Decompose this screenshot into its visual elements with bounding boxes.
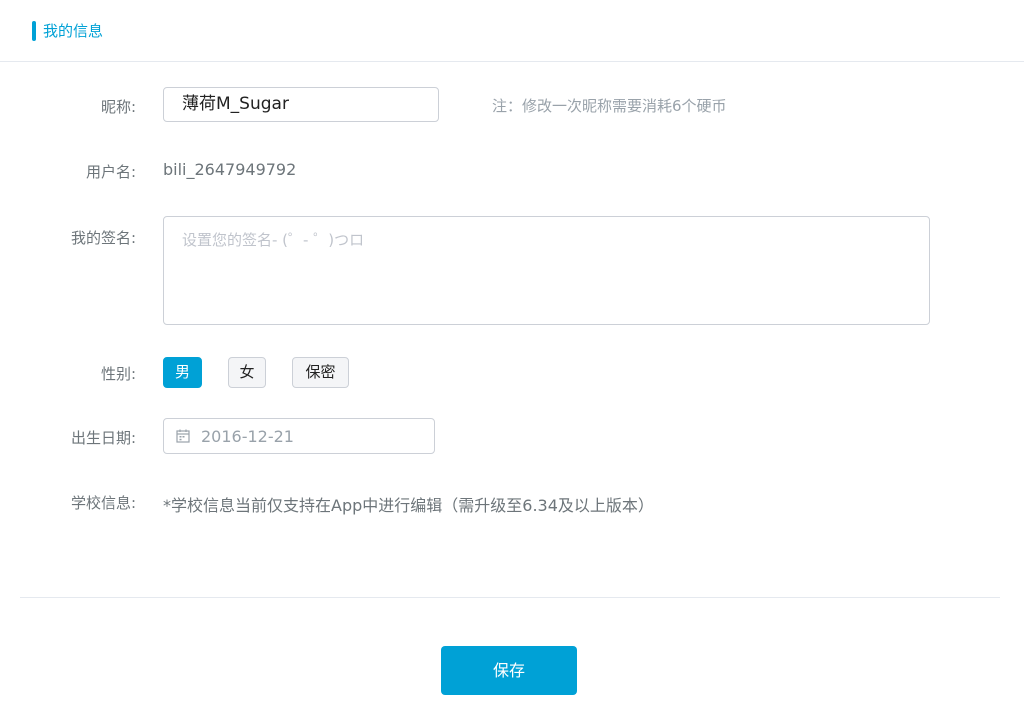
nickname-label: 昵称: bbox=[100, 98, 136, 116]
gender-female-button[interactable]: 女 bbox=[228, 357, 266, 388]
calendar-icon bbox=[176, 429, 190, 443]
page-title: 我的信息 bbox=[43, 22, 104, 40]
school-info-text: *学校信息当前仅支持在App中进行编辑（需升级至6.34及以上版本） bbox=[163, 496, 654, 515]
nickname-note: 注：修改一次昵称需要消耗6个硬币 bbox=[492, 97, 727, 115]
username-value: bili_2647949792 bbox=[163, 160, 297, 179]
signature-label: 我的签名: bbox=[70, 229, 136, 247]
gender-secret-button[interactable]: 保密 bbox=[292, 357, 349, 388]
nickname-input[interactable]: 薄荷M_Sugar bbox=[163, 87, 439, 122]
signature-textarea[interactable]: 设置您的签名- (゜- ゜)つロ bbox=[163, 216, 930, 325]
title-accent-bar bbox=[32, 21, 36, 41]
footer-divider bbox=[20, 597, 1000, 598]
gender-label: 性别: bbox=[100, 365, 136, 383]
birthday-input[interactable]: 2016-12-21 bbox=[163, 418, 435, 454]
birthday-label: 出生日期: bbox=[70, 429, 136, 447]
birthday-value: 2016-12-21 bbox=[201, 427, 294, 446]
username-label: 用户名: bbox=[85, 163, 136, 181]
school-label: 学校信息: bbox=[70, 494, 136, 512]
gender-male-button[interactable]: 男 bbox=[163, 357, 202, 388]
page-header: 我的信息 bbox=[0, 0, 1024, 62]
save-button[interactable]: 保存 bbox=[441, 646, 577, 695]
